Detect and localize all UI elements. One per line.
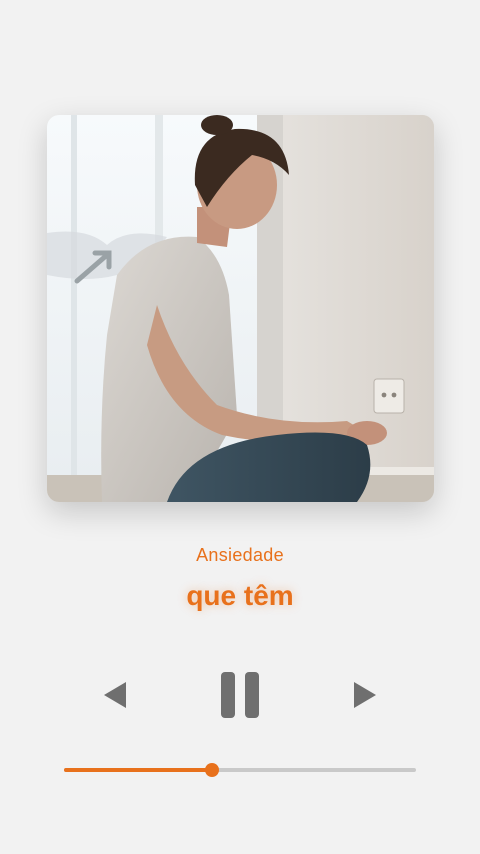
- progress-thumb[interactable]: [204, 763, 219, 777]
- pause-icon: [221, 672, 259, 718]
- progress-slider[interactable]: [64, 763, 416, 777]
- previous-icon: [104, 682, 126, 708]
- playback-controls: [0, 668, 480, 722]
- pause-button[interactable]: [214, 668, 266, 722]
- track-title: que têm: [186, 580, 294, 611]
- album-art-image: [47, 115, 434, 502]
- progress-fill: [64, 768, 212, 772]
- previous-button[interactable]: [94, 668, 134, 722]
- next-button[interactable]: [346, 668, 386, 722]
- track-subtitle: Ansiedade: [196, 545, 284, 565]
- next-icon: [354, 682, 376, 708]
- album-artwork: [47, 115, 434, 502]
